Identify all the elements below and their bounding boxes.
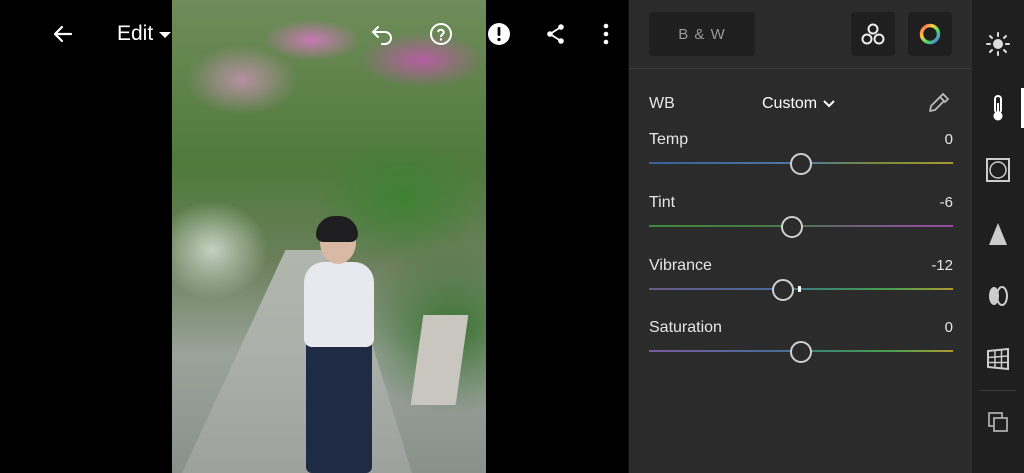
bw-button[interactable]: B & W <box>649 12 755 56</box>
photo-bench <box>410 315 469 405</box>
photo-person-body <box>304 262 374 347</box>
vibrance-track[interactable] <box>649 288 953 290</box>
geometry-tool[interactable] <box>972 337 1024 381</box>
profiles-icon <box>861 23 885 45</box>
white-balance-row: WB Custom <box>649 92 953 117</box>
photo-person-legs <box>306 340 372 473</box>
eyedropper-button[interactable] <box>927 91 951 122</box>
profiles-button[interactable] <box>851 12 895 56</box>
effects-tool[interactable] <box>972 148 1024 192</box>
sidebar-divider <box>980 390 1016 391</box>
color-mix-button[interactable] <box>908 12 952 56</box>
versions-tool[interactable] <box>972 400 1024 444</box>
more-button[interactable] <box>588 16 624 52</box>
vibrance-center-tick <box>798 286 801 292</box>
panel-top-bar: B & W <box>629 0 973 69</box>
tint-value: -6 <box>939 194 953 211</box>
effects-vignette-icon <box>986 158 1010 182</box>
color-thermometer-icon <box>993 95 1003 121</box>
caret-down-icon <box>159 32 172 38</box>
top-toolbar: Edit <box>0 0 628 68</box>
tint-thumb[interactable] <box>780 216 803 238</box>
photo-canvas[interactable] <box>0 0 628 473</box>
vibrance-label: Vibrance <box>649 257 712 274</box>
vibrance-slider[interactable]: Vibrance -12 <box>649 257 953 302</box>
temp-label: Temp <box>649 131 689 148</box>
share-icon <box>547 24 564 44</box>
photo-preview[interactable] <box>172 0 486 473</box>
eyedropper-icon <box>929 92 950 112</box>
alert-button[interactable] <box>481 16 517 52</box>
vibrance-thumb[interactable] <box>771 279 794 301</box>
temp-thumb[interactable] <box>790 153 812 175</box>
alert-icon <box>488 23 510 45</box>
arrow-left-icon <box>53 25 73 43</box>
saturation-value: 0 <box>944 319 953 336</box>
color-adjustment-panel: B & W WB Custom Temp 0 Tint -6 Vibrance … <box>628 0 973 473</box>
saturation-slider[interactable]: Saturation 0 <box>649 319 953 364</box>
light-tool[interactable] <box>972 22 1024 66</box>
back-button[interactable] <box>45 16 81 52</box>
mode-label: Edit <box>117 22 154 45</box>
wb-preset-value: Custom <box>762 95 818 112</box>
wb-label: WB <box>649 95 675 112</box>
saturation-label: Saturation <box>649 319 722 336</box>
color-wheel-icon <box>919 23 941 45</box>
detail-tool[interactable] <box>972 212 1024 256</box>
mode-selector[interactable]: Edit <box>117 22 172 46</box>
chevron-down-icon <box>823 100 835 108</box>
saturation-thumb[interactable] <box>790 341 812 363</box>
temp-value: 0 <box>944 131 953 148</box>
photo-walkway <box>182 250 412 473</box>
photo-person-hair <box>316 216 358 242</box>
wb-preset-dropdown[interactable]: Custom <box>762 95 835 113</box>
temp-slider[interactable]: Temp 0 <box>649 131 953 176</box>
tool-sidebar <box>972 0 1024 473</box>
vibrance-value: -12 <box>931 257 953 274</box>
tint-slider[interactable]: Tint -6 <box>649 194 953 239</box>
optics-tool[interactable] <box>972 274 1024 318</box>
help-button[interactable] <box>423 16 459 52</box>
detail-sharpen-icon <box>989 223 1007 245</box>
tint-label: Tint <box>649 194 676 211</box>
color-tool[interactable] <box>972 86 1024 130</box>
light-icon <box>986 32 1010 56</box>
presets-versions-icon <box>988 412 1008 432</box>
undo-icon <box>371 26 392 45</box>
geometry-icon <box>987 347 1009 371</box>
share-button[interactable] <box>538 16 574 52</box>
undo-button[interactable] <box>365 16 401 52</box>
help-icon <box>430 23 452 45</box>
more-vertical-icon <box>603 23 609 45</box>
optics-lens-icon <box>989 286 1008 306</box>
bw-button-label: B & W <box>678 25 726 43</box>
